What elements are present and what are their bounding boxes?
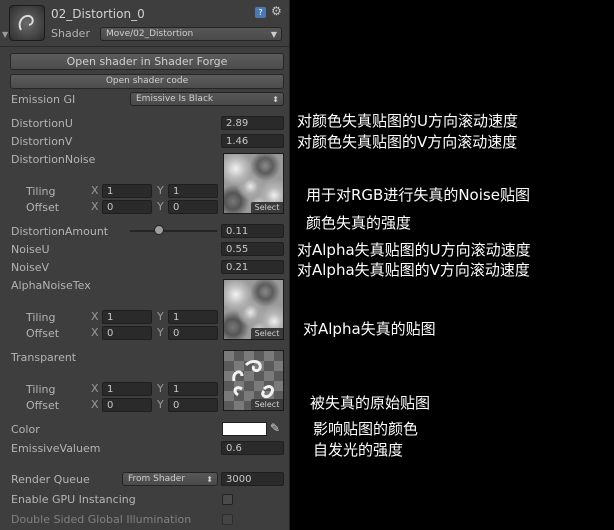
emission-gi-dropdown[interactable]: Emissive Is Black ⬍: [130, 92, 284, 106]
offset-label: Offset: [26, 327, 60, 340]
noise-v-label: NoiseV: [11, 261, 50, 274]
eyedropper-icon[interactable]: ✎: [270, 421, 280, 435]
note-alpha-tex: 对Alpha失真的贴图: [303, 320, 436, 338]
tiling-label: Tiling: [26, 311, 56, 324]
shader-dropdown[interactable]: Move/02_Distortion ▼: [100, 27, 282, 41]
noise-u-field[interactable]: 0.55: [221, 242, 284, 256]
chevron-down-icon: ▼: [270, 30, 277, 39]
color-swatch[interactable]: [222, 422, 267, 436]
tiling-label: Tiling: [26, 185, 56, 198]
offset-y-field[interactable]: 0: [168, 200, 218, 214]
open-shader-code-button[interactable]: Open shader code: [10, 74, 284, 89]
distortion-u-field[interactable]: 2.89: [221, 116, 284, 130]
tiling-x-field[interactable]: 1: [102, 184, 152, 198]
double-sided-gi-checkbox[interactable]: [222, 514, 233, 525]
emission-gi-value: Emissive Is Black: [136, 94, 214, 104]
y-axis-label: Y: [157, 398, 164, 411]
note-distortion-v: 对颜色失真贴图的V方向滚动速度: [297, 133, 518, 151]
render-queue-mode-dropdown[interactable]: From Shader ⬍: [122, 472, 218, 486]
updown-arrow-icon: ⬍: [206, 475, 213, 484]
note-original-tex: 被失真的原始贴图: [310, 394, 431, 412]
header-divider: [0, 46, 289, 47]
alpha-noise-texture-slot[interactable]: Select: [223, 279, 284, 340]
material-preview-icon: [9, 5, 45, 41]
offset-x-field[interactable]: 0: [102, 398, 152, 412]
y-axis-label: Y: [157, 310, 164, 323]
select-button[interactable]: Select: [251, 399, 283, 410]
distortion-noise-texture-slot[interactable]: Select: [223, 153, 284, 214]
transparent-texture-slot[interactable]: Select: [223, 350, 284, 411]
distortion-u-label: DistortionU: [11, 117, 73, 130]
y-axis-label: Y: [157, 326, 164, 339]
tiling-label: Tiling: [26, 383, 56, 396]
distortion-noise-label: DistortionNoise: [11, 153, 96, 166]
color-label: Color: [11, 423, 40, 436]
noise-u-label: NoiseU: [11, 243, 50, 256]
y-axis-label: Y: [157, 200, 164, 213]
gear-icon[interactable]: ⚙: [271, 4, 282, 18]
foldout-arrow-icon[interactable]: ▼: [2, 30, 8, 39]
offset-x-field[interactable]: 0: [102, 326, 152, 340]
emissive-value-label: EmissiveValuem: [11, 442, 101, 455]
double-sided-gi-label: Double Sided Global Illumination: [11, 513, 192, 526]
tiling-x-field[interactable]: 1: [102, 310, 152, 324]
note-alpha-v: 对Alpha失真贴图的V方向滚动速度: [297, 261, 530, 279]
x-axis-label: X: [91, 310, 99, 323]
x-axis-label: X: [91, 382, 99, 395]
shader-dropdown-value: Move/02_Distortion: [106, 29, 194, 39]
note-alpha-u: 对Alpha失真贴图的U方向滚动速度: [297, 241, 531, 259]
tiling-x-field[interactable]: 1: [102, 382, 152, 396]
transparent-label: Transparent: [11, 351, 77, 364]
y-axis-label: Y: [157, 382, 164, 395]
note-color: 影响贴图的颜色: [313, 420, 419, 438]
emissive-value-field[interactable]: 0.6: [221, 441, 284, 455]
distortion-amount-slider-thumb[interactable]: [153, 225, 164, 235]
note-distortion-u: 对颜色失真贴图的U方向滚动速度: [297, 112, 518, 130]
distortion-amount-slider-track[interactable]: [130, 230, 217, 232]
note-emissive: 自发光的强度: [313, 441, 404, 459]
swirl-icon: [18, 14, 34, 31]
gpu-instancing-label: Enable GPU Instancing: [11, 493, 136, 506]
emission-gi-label: Emission GI: [11, 93, 76, 106]
distortion-amount-field[interactable]: 0.11: [221, 224, 284, 238]
distortion-amount-label: DistortionAmount: [11, 225, 109, 238]
select-button[interactable]: Select: [251, 328, 283, 339]
x-axis-label: X: [91, 398, 99, 411]
offset-y-field[interactable]: 0: [168, 326, 218, 340]
offset-x-field[interactable]: 0: [102, 200, 152, 214]
offset-label: Offset: [26, 399, 60, 412]
tiling-y-field[interactable]: 1: [168, 382, 218, 396]
material-inspector: ▼ 02_Distortion_0 ? ⚙ Shader Move/02_Dis…: [0, 0, 290, 530]
select-button[interactable]: Select: [251, 202, 283, 213]
open-shader-forge-button[interactable]: Open shader in Shader Forge: [10, 53, 284, 70]
noise-v-field[interactable]: 0.21: [221, 260, 284, 274]
gpu-instancing-checkbox[interactable]: [222, 494, 233, 505]
render-queue-mode-value: From Shader: [128, 474, 186, 484]
help-icon[interactable]: ?: [255, 7, 266, 18]
x-axis-label: X: [91, 326, 99, 339]
note-amount: 颜色失真的强度: [306, 214, 412, 232]
offset-y-field[interactable]: 0: [168, 398, 218, 412]
distortion-v-field[interactable]: 1.46: [221, 134, 284, 148]
tiling-y-field[interactable]: 1: [168, 184, 218, 198]
tiling-y-field[interactable]: 1: [168, 310, 218, 324]
offset-label: Offset: [26, 201, 60, 214]
shader-label: Shader: [51, 27, 90, 40]
x-axis-label: X: [91, 200, 99, 213]
x-axis-label: X: [91, 184, 99, 197]
render-queue-field[interactable]: 3000: [221, 472, 284, 486]
distortion-v-label: DistortionV: [11, 135, 73, 148]
note-noise-tex: 用于对RGB进行失真的Noise贴图: [306, 186, 530, 204]
y-axis-label: Y: [157, 184, 164, 197]
updown-arrow-icon: ⬍: [272, 95, 279, 104]
alpha-noise-tex-label: AlphaNoiseTex: [11, 279, 91, 292]
material-name: 02_Distortion_0: [51, 7, 145, 21]
render-queue-label: Render Queue: [11, 473, 90, 486]
